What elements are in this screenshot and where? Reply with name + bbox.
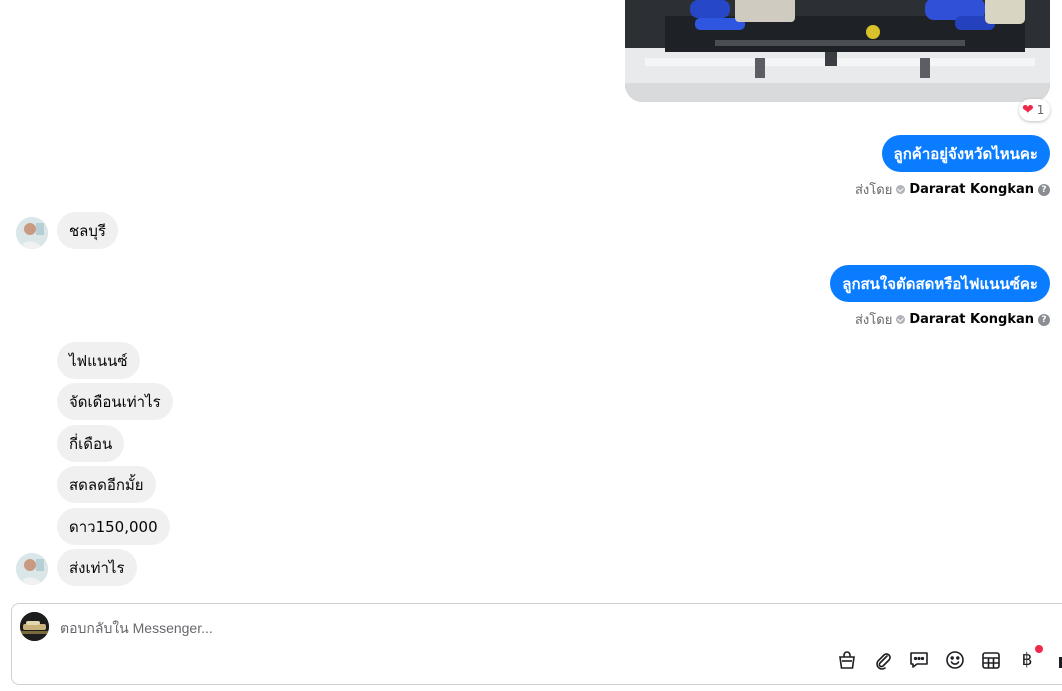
verified-check-icon (896, 185, 906, 194)
sent-by-prefix: ส่งโดย (854, 183, 893, 198)
more-tools-icon[interactable] (1051, 648, 1062, 672)
message-bubble-outgoing[interactable]: ลูกค้าอยู่จังหวัดไหนคะ (881, 135, 1050, 172)
calendar-table-icon[interactable] (979, 648, 1003, 672)
notification-dot (1035, 645, 1043, 653)
contact-avatar[interactable] (16, 217, 48, 249)
paperclip-icon[interactable] (871, 648, 895, 672)
sent-by-line: ส่งโดย Dararat Kongkan ? (855, 309, 1050, 330)
emoji-icon[interactable] (943, 648, 967, 672)
help-icon[interactable]: ? (1038, 183, 1050, 196)
saved-reply-icon[interactable] (907, 648, 931, 672)
message-bubble-incoming[interactable]: กี่เดือน (57, 425, 125, 462)
sender-name[interactable]: Dararat Kongkan (909, 182, 1034, 197)
message-text: กี่เดือน (69, 434, 113, 453)
image-attachment[interactable] (625, 0, 1050, 102)
verified-check-icon (896, 315, 906, 324)
message-text: ลูกค้าอยู่จังหวัดไหนคะ (893, 144, 1038, 163)
heart-icon: ❤ (1022, 102, 1034, 118)
message-bubble-incoming[interactable]: ดาว150,000 (57, 508, 170, 545)
shop-bag-icon[interactable] (835, 648, 859, 672)
message-text: ชลบุรี (69, 221, 106, 240)
message-bubble-incoming[interactable]: สดลดอีกมั้ย (57, 466, 156, 503)
message-text: ดาว150,000 (69, 517, 158, 536)
help-icon[interactable]: ? (1038, 313, 1050, 326)
page-avatar (20, 612, 49, 641)
message-text: ลูกสนใจตัดสดหรือไฟแนนซ์คะ (842, 274, 1038, 293)
baht-payment-icon[interactable]: ฿ (1015, 645, 1043, 672)
message-text: สดลดอีกมั้ย (69, 475, 144, 494)
message-text: จัดเดือนเท่าไร (69, 392, 161, 411)
message-bubble-outgoing[interactable]: ลูกสนใจตัดสดหรือไฟแนนซ์คะ (830, 265, 1050, 302)
message-bubble-incoming[interactable]: ชลบุรี (57, 212, 118, 249)
message-text: ส่งเท่าไร (69, 558, 125, 577)
sent-by-line: ส่งโดย Dararat Kongkan ? (855, 179, 1050, 200)
sender-name[interactable]: Dararat Kongkan (909, 312, 1034, 327)
message-bubble-incoming[interactable]: จัดเดือนเท่าไร (57, 383, 173, 420)
composer-toolbar: ฿ (835, 645, 1062, 674)
reaction-badge[interactable]: ❤ 1 (1019, 99, 1051, 121)
sent-by-prefix: ส่งโดย (854, 313, 893, 328)
baht-symbol: ฿ (1021, 650, 1033, 670)
message-text: ไฟแนนซ์ (69, 351, 128, 370)
reaction-count: 1 (1036, 103, 1045, 117)
contact-avatar[interactable] (16, 553, 48, 585)
message-bubble-incoming[interactable]: ส่งเท่าไร (57, 549, 137, 586)
message-bubble-incoming[interactable]: ไฟแนนซ์ (57, 342, 140, 379)
reply-input[interactable] (60, 617, 660, 639)
